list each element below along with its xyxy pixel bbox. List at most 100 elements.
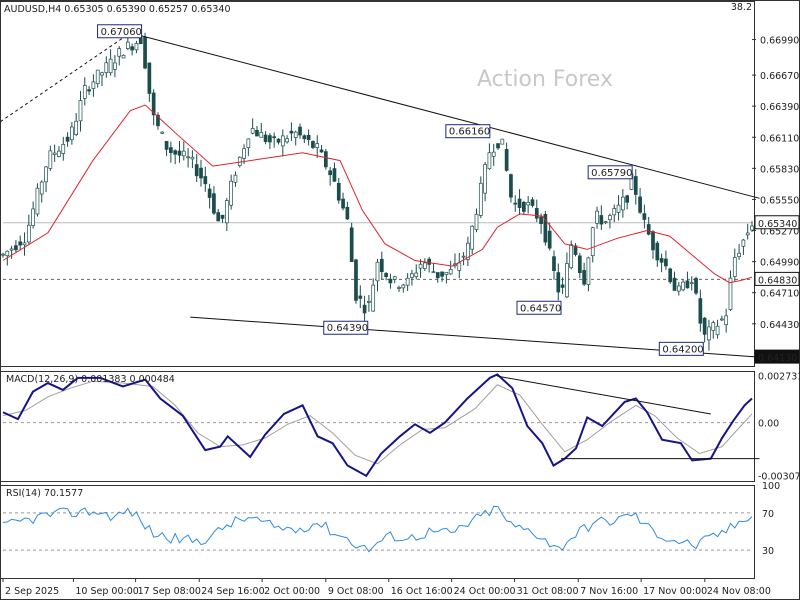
candle-body: [82, 85, 87, 99]
candle-body: [272, 136, 277, 139]
x-tick-label: 7 Nov 16:00: [580, 586, 638, 597]
candle-body: [65, 136, 70, 142]
candle-body: [694, 278, 698, 294]
candle-body: [362, 304, 367, 314]
candle-body: [526, 202, 531, 206]
candle-body: [306, 134, 311, 140]
candle-body: [315, 143, 320, 149]
candle-body: [354, 259, 358, 301]
current-price-label: 0.65340: [758, 219, 797, 230]
candle-body: [534, 208, 539, 219]
candle-body: [638, 196, 642, 213]
candle-body: [681, 281, 685, 291]
candle-body: [668, 268, 673, 283]
candle-body: [117, 48, 122, 57]
price-tick-label: 0.64990: [760, 258, 799, 269]
candle-body: [664, 258, 668, 267]
candle-body: [164, 141, 169, 150]
price-annotation-label: 0.67060: [101, 27, 142, 38]
candle-body: [190, 156, 195, 160]
candle-body: [323, 151, 328, 168]
macd-tick-label: 0.002731: [758, 372, 800, 383]
candle-body: [61, 144, 66, 154]
candle-body: [332, 168, 337, 182]
candle-body: [336, 182, 341, 201]
candle-body: [108, 58, 113, 74]
candle-body: [44, 166, 48, 183]
outer-frame: [0, 0, 800, 600]
candle-body: [181, 150, 186, 157]
candle-body: [186, 156, 190, 159]
candle-body: [177, 150, 182, 156]
candle-body: [711, 322, 716, 331]
candle-body: [70, 126, 74, 141]
candle-body: [517, 198, 522, 208]
candle-body: [87, 89, 91, 92]
candle-body: [405, 277, 410, 286]
candle-body: [595, 210, 599, 224]
x-tick-label: 2 Oct 00:00: [264, 586, 320, 597]
candle-body: [100, 72, 104, 76]
candle-body: [74, 120, 79, 135]
candle-body: [169, 147, 173, 153]
price-annotation-label: 0.64200: [662, 344, 703, 355]
candle-body: [509, 174, 513, 198]
candle-body: [130, 46, 134, 51]
price-tick-label: 0.66390: [760, 102, 799, 113]
candle-body: [715, 325, 720, 336]
candle-body: [52, 152, 57, 155]
candle-body: [207, 188, 212, 198]
price-trendline: [130, 32, 760, 199]
candle-body: [147, 62, 152, 94]
candle-body: [268, 135, 272, 143]
candle-body: [569, 244, 574, 269]
x-tick-label: 9 Oct 08:00: [328, 586, 384, 597]
candle-body: [724, 315, 729, 326]
candle-body: [384, 273, 388, 278]
candle-body: [487, 152, 492, 170]
candle-body: [328, 170, 332, 176]
candle-body: [9, 248, 14, 251]
candle-body: [625, 195, 630, 203]
candle-body: [698, 298, 703, 324]
candle-body: [367, 300, 371, 303]
candle-body: [229, 180, 233, 206]
candle-body: [5, 250, 10, 257]
chart-header: AUDUSD,H4 0.65305 0.65390 0.65257 0.6534…: [4, 4, 231, 15]
price-trendline: [0, 32, 131, 123]
candle-body: [672, 277, 677, 291]
candle-body: [311, 141, 315, 148]
rsi-tick-label: 30: [762, 546, 774, 557]
price-annotation-label: 0.66160: [449, 127, 490, 138]
price-tick-label: 0.66990: [760, 36, 799, 47]
candle-body: [483, 164, 487, 194]
x-tick-label: 17 Nov 00:00: [643, 586, 707, 597]
candle-body: [233, 174, 238, 183]
candle-body: [590, 227, 595, 257]
candle-body: [401, 284, 406, 289]
candle-body: [470, 225, 475, 250]
price-annotation-label: 0.64570: [520, 303, 561, 314]
candle-body: [599, 215, 604, 225]
rsi-title: RSI(14) 70.1577: [6, 488, 83, 499]
candle-body: [431, 271, 436, 274]
candle-body: [379, 258, 384, 272]
price-tick-label: 0.64430: [760, 320, 799, 331]
candle-body: [565, 263, 569, 298]
bottom-level-label: 0.64130: [758, 353, 797, 364]
rsi-tick-label: 100: [762, 481, 780, 492]
candle-body: [586, 257, 591, 285]
candle-body: [143, 36, 147, 69]
price-annotation-label: 0.65790: [591, 168, 632, 179]
candle-body: [341, 198, 345, 209]
candle-body: [216, 212, 221, 222]
x-tick-label: 16 Oct 16:00: [391, 586, 453, 597]
macd-tick-label: 0.00: [758, 419, 779, 430]
candle-body: [246, 138, 251, 148]
candle-body: [745, 232, 750, 236]
pane-frame-0: [0, 1, 755, 367]
x-tick-label: 2 Sep 2025: [5, 586, 59, 597]
candle-body: [577, 255, 582, 274]
candle-body: [113, 62, 117, 70]
candle-body: [388, 278, 393, 284]
